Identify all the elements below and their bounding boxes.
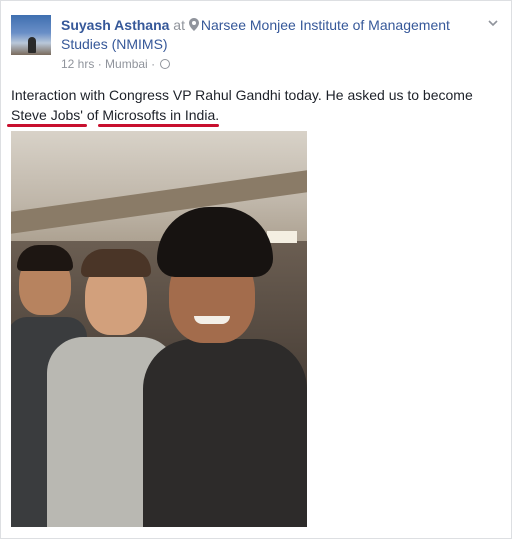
at-label: at (173, 17, 185, 33)
person-middle-hair (81, 249, 151, 277)
post-text-underlined-microsofts: Microsofts in India (102, 107, 216, 123)
post-photo[interactable] (11, 131, 307, 527)
chevron-down-icon[interactable] (487, 17, 499, 29)
meta-separator-2: · (151, 57, 156, 71)
photo-side-area (336, 131, 476, 496)
person-right-body (143, 339, 307, 527)
photo-ceiling-light (267, 231, 297, 243)
post-header: Suyash Asthana at Narsee Monjee Institut… (61, 16, 481, 54)
post-text-part-1: Interaction with Congress VP Rahul Gandh… (11, 87, 473, 103)
facebook-post-card: Suyash Asthana at Narsee Monjee Institut… (0, 0, 512, 539)
meta-separator: · (97, 57, 102, 71)
person-right-smile (194, 316, 230, 324)
post-text-underlined-steve-jobs: Steve Jobs' (11, 107, 83, 123)
location-label: Mumbai (105, 57, 148, 71)
post-text-part-3: . (215, 107, 220, 123)
post-body-text: Interaction with Congress VP Rahul Gandh… (11, 85, 501, 125)
avatar-figure (28, 37, 36, 53)
map-pin-icon (188, 18, 199, 31)
author-name-link[interactable]: Suyash Asthana (61, 17, 169, 33)
timestamp-link[interactable]: 12 hrs (61, 57, 94, 71)
post-text-part-2: of (82, 107, 103, 123)
globe-icon[interactable] (160, 59, 171, 69)
author-avatar[interactable] (11, 15, 51, 55)
person-left-hair (17, 245, 73, 271)
post-meta: 12 hrs · Mumbai · (61, 57, 171, 71)
